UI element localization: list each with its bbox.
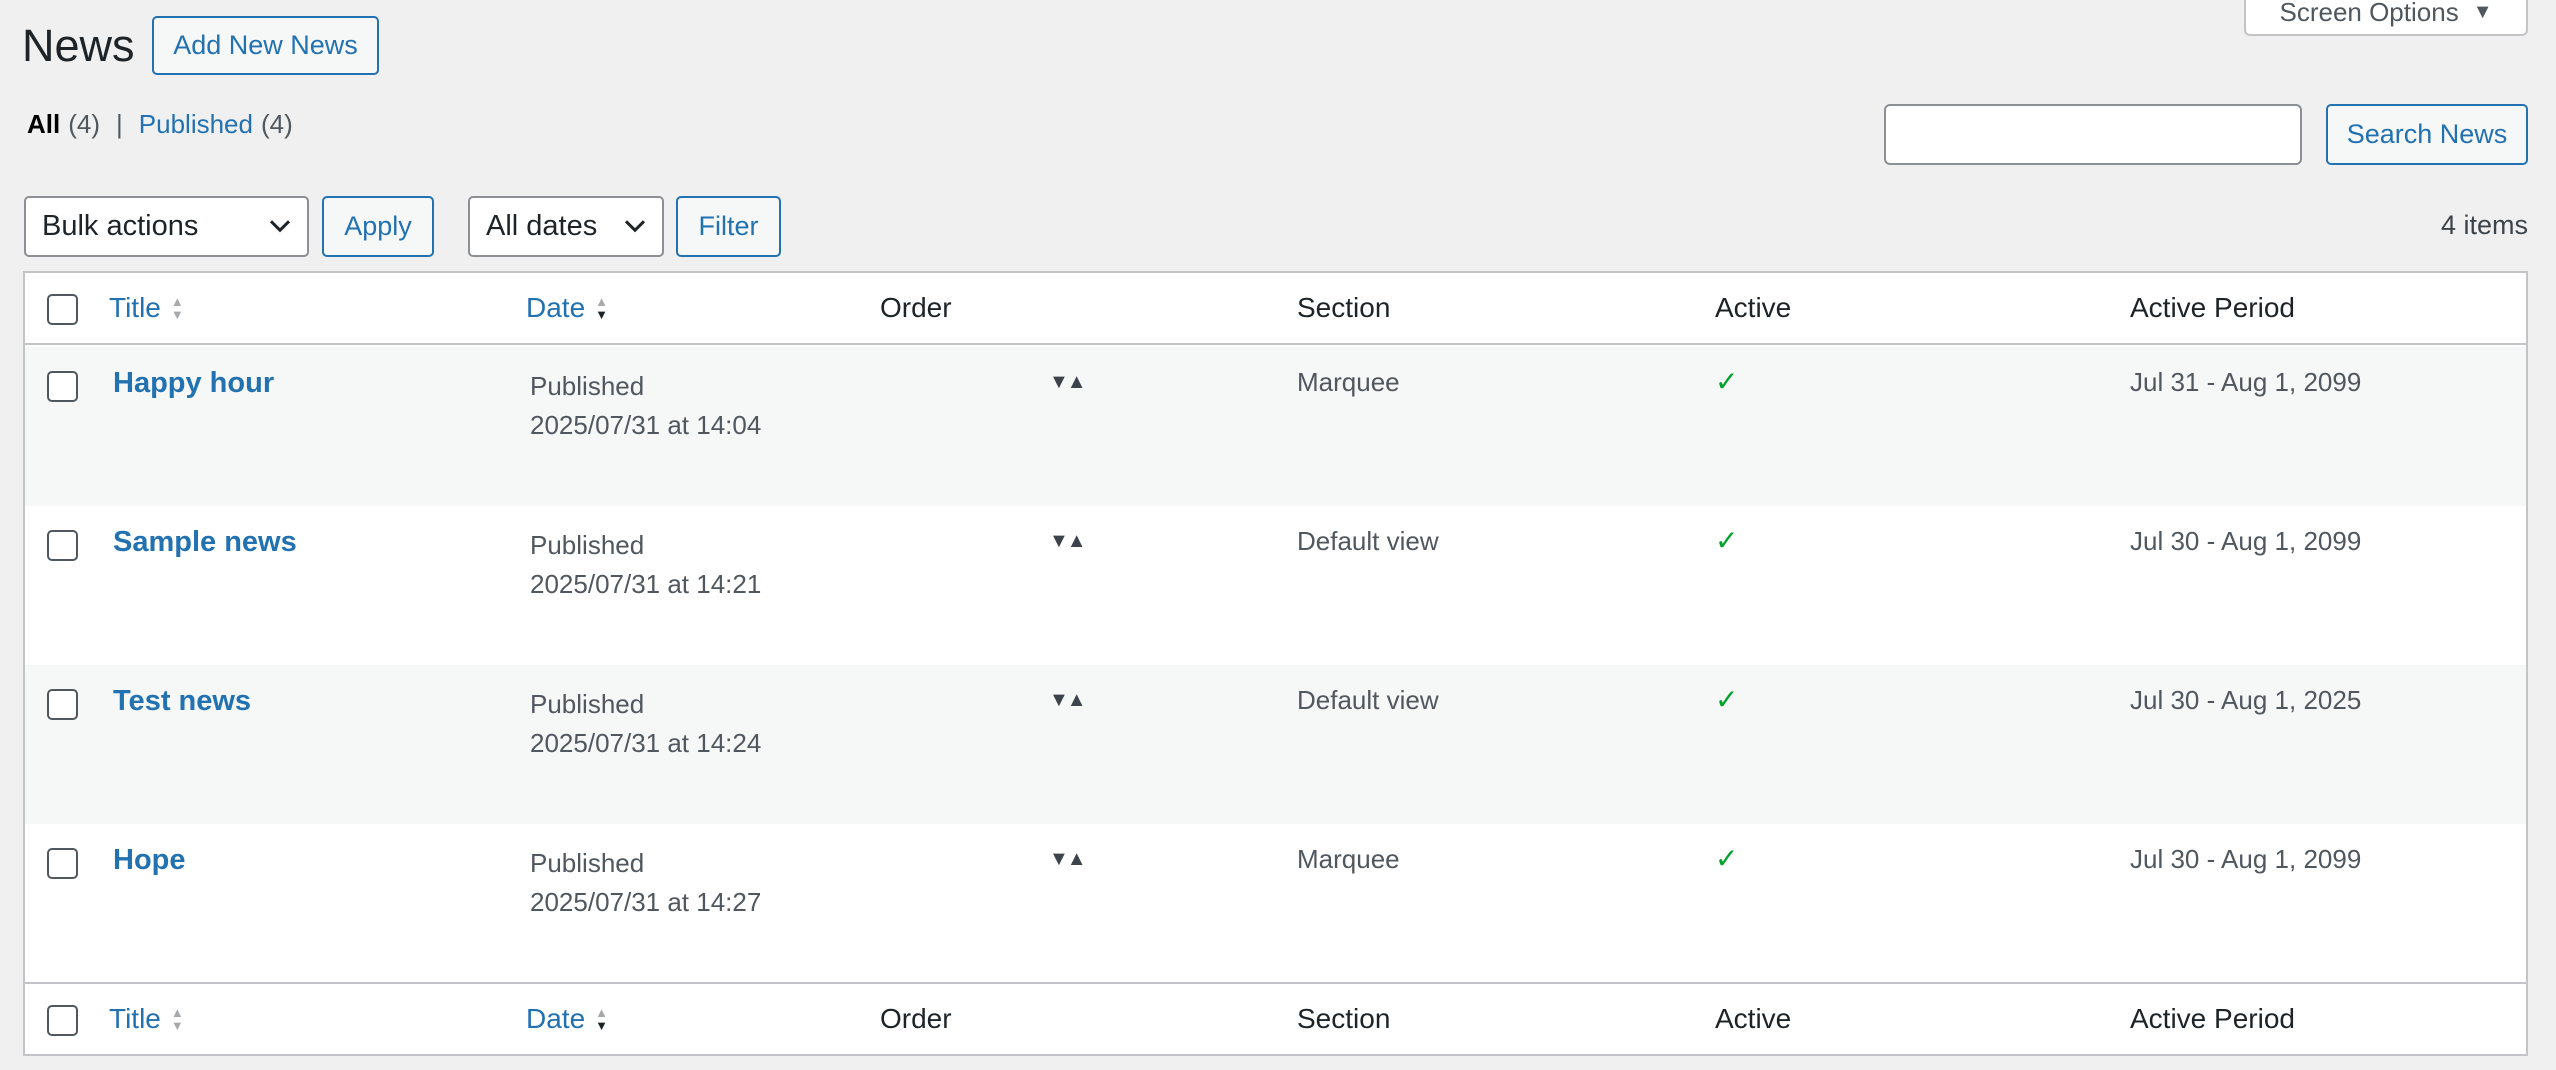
filter-separator: |: [116, 109, 123, 139]
row-date-value: 2025/07/31 at 14:24: [530, 728, 762, 758]
table-row: Hope Published 2025/07/31 at 14:27 ▼▲ Ma…: [25, 824, 2526, 983]
row-active-period: Jul 30 - Aug 1, 2099: [2130, 526, 2362, 556]
column-section-footer: Section: [1297, 1003, 1391, 1034]
row-status: Published: [530, 848, 645, 878]
column-title-link[interactable]: Title: [109, 292, 161, 324]
dates-value: All dates: [486, 210, 598, 242]
row-section: Default view: [1297, 526, 1439, 556]
row-checkbox[interactable]: [47, 689, 78, 720]
filter-published-link[interactable]: Published: [139, 109, 253, 140]
column-active-period-footer: Active Period: [2130, 1003, 2295, 1034]
table-footer: Title ▲ ▼ Date ▲ ▼ Order Section Active Ac…: [25, 982, 2526, 1054]
row-active-period: Jul 30 - Aug 1, 2025: [2130, 685, 2362, 715]
items-count: 4 items: [2440, 210, 2528, 240]
bulk-actions-value: Bulk actions: [42, 210, 199, 242]
search-news-button[interactable]: Search News: [2326, 104, 2528, 165]
column-date-link[interactable]: Date: [526, 1003, 585, 1035]
column-title-header[interactable]: Title ▲ ▼: [109, 292, 184, 324]
news-table: Title ▲ ▼ Date ▲ ▼ Order Section Active Ac…: [23, 271, 2528, 1056]
caret-down-icon: ▼: [2472, 0, 2493, 23]
column-active-footer: Active: [1715, 1003, 1792, 1034]
reorder-arrows-icon[interactable]: ▼▲: [1049, 848, 1087, 871]
screen-options-label: Screen Options: [2279, 0, 2459, 27]
filter-published-count: (4): [260, 109, 293, 139]
row-date-value: 2025/07/31 at 14:27: [530, 887, 762, 917]
reorder-arrows-icon[interactable]: ▼▲: [1049, 689, 1087, 712]
row-checkbox[interactable]: [47, 530, 78, 561]
chevron-down-icon: [269, 219, 291, 232]
page-title: News: [22, 20, 135, 71]
reorder-arrows-icon[interactable]: ▼▲: [1049, 530, 1087, 553]
dates-select[interactable]: All dates: [468, 196, 664, 257]
active-check-icon: ✓: [1715, 843, 1739, 874]
active-check-icon: ✓: [1715, 525, 1739, 556]
column-title-link[interactable]: Title: [109, 1003, 161, 1035]
row-date-value: 2025/07/31 at 14:04: [530, 410, 762, 440]
chevron-down-icon: [624, 219, 646, 232]
search-input[interactable]: [1884, 104, 2302, 165]
active-check-icon: ✓: [1715, 684, 1739, 715]
apply-button[interactable]: Apply: [322, 196, 434, 257]
filter-all-count: (4): [68, 109, 101, 139]
row-title-link[interactable]: Sample news: [113, 526, 297, 559]
bulk-actions-select[interactable]: Bulk actions: [24, 196, 309, 257]
row-section: Marquee: [1297, 367, 1400, 397]
sort-icon: ▲ ▼: [170, 294, 184, 322]
row-status: Published: [530, 689, 645, 719]
row-status: Published: [530, 371, 645, 401]
filter-button[interactable]: Filter: [676, 196, 781, 257]
row-checkbox[interactable]: [47, 848, 78, 879]
row-checkbox[interactable]: [47, 371, 78, 402]
row-date: Published 2025/07/31 at 14:21: [530, 526, 761, 604]
select-all-checkbox[interactable]: [47, 294, 78, 325]
row-date: Published 2025/07/31 at 14:24: [530, 685, 761, 763]
row-date: Published 2025/07/31 at 14:27: [530, 844, 761, 922]
row-title-link[interactable]: Happy hour: [113, 367, 274, 400]
column-order-footer: Order: [880, 1003, 952, 1034]
row-section: Marquee: [1297, 844, 1400, 874]
table-row: Test news Published 2025/07/31 at 14:24 …: [25, 665, 2526, 824]
row-status: Published: [530, 530, 645, 560]
column-order-header: Order: [880, 292, 952, 323]
select-all-checkbox-footer[interactable]: [47, 1005, 78, 1036]
table-row: Sample news Published 2025/07/31 at 14:2…: [25, 506, 2526, 665]
row-active-period: Jul 30 - Aug 1, 2099: [2130, 844, 2362, 874]
sort-desc-icon: ▲ ▼: [595, 1005, 609, 1033]
sort-icon: ▲ ▼: [170, 1005, 184, 1033]
column-active-header: Active: [1715, 292, 1792, 323]
row-active-period: Jul 31 - Aug 1, 2099: [2130, 367, 2362, 397]
row-date-value: 2025/07/31 at 14:21: [530, 569, 762, 599]
status-filter-links: All (4) | Published (4): [27, 109, 293, 140]
row-title-link[interactable]: Test news: [113, 685, 251, 718]
table-row: Happy hour Published 2025/07/31 at 14:04…: [25, 347, 2526, 506]
reorder-arrows-icon[interactable]: ▼▲: [1049, 371, 1087, 394]
column-active-period-header: Active Period: [2130, 292, 2295, 323]
sort-desc-icon: ▲ ▼: [595, 294, 609, 322]
screen-options-toggle[interactable]: Screen Options ▼: [2244, 0, 2528, 36]
table-header: Title ▲ ▼ Date ▲ ▼ Order Section Active Ac…: [25, 273, 2526, 345]
filter-all-link[interactable]: All: [27, 109, 60, 140]
row-title-link[interactable]: Hope: [113, 844, 186, 877]
column-title-footer[interactable]: Title ▲ ▼: [109, 1003, 184, 1035]
column-date-footer[interactable]: Date ▲ ▼: [526, 1003, 608, 1035]
active-check-icon: ✓: [1715, 366, 1739, 397]
row-section: Default view: [1297, 685, 1439, 715]
add-new-news-button[interactable]: Add New News: [152, 16, 379, 75]
row-date: Published 2025/07/31 at 14:04: [530, 367, 761, 445]
column-section-header: Section: [1297, 292, 1391, 323]
column-date-header[interactable]: Date ▲ ▼: [526, 292, 608, 324]
column-date-link[interactable]: Date: [526, 292, 585, 324]
